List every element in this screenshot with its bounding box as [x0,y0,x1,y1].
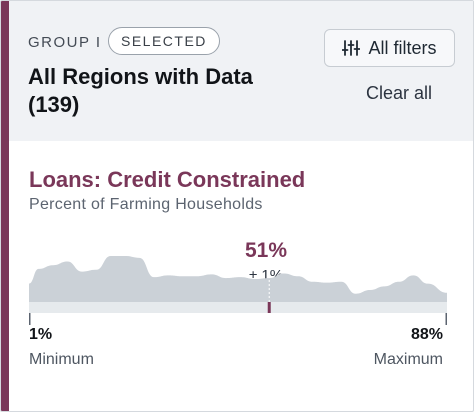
clear-all-link[interactable]: Clear all [366,83,432,104]
distribution-track [29,302,447,313]
selected-badge: SELECTED [108,27,220,55]
group-title: All Regions with Data (139) [28,64,253,117]
distribution-area [29,256,447,302]
max-value: 88% [410,326,443,343]
metric-title: Loans: Credit Constrained [29,167,306,192]
sliders-icon [342,40,361,56]
min-value: 1% [29,326,53,343]
all-filters-button[interactable]: All filters [324,29,455,67]
accent-bar [1,1,9,411]
group-header: GROUP I SELECTED All Regions with Data (… [9,1,473,141]
value-marker [267,302,271,313]
group-label: GROUP I [28,34,102,51]
all-filters-label: All filters [368,37,437,58]
max-label: Maximum [373,351,443,368]
distribution-chart [29,256,447,325]
min-label: Minimum [29,351,94,368]
metric-subtitle: Percent of Farming Households [29,196,263,213]
indicator-card: GROUP I SELECTED All Regions with Data (… [0,0,474,412]
